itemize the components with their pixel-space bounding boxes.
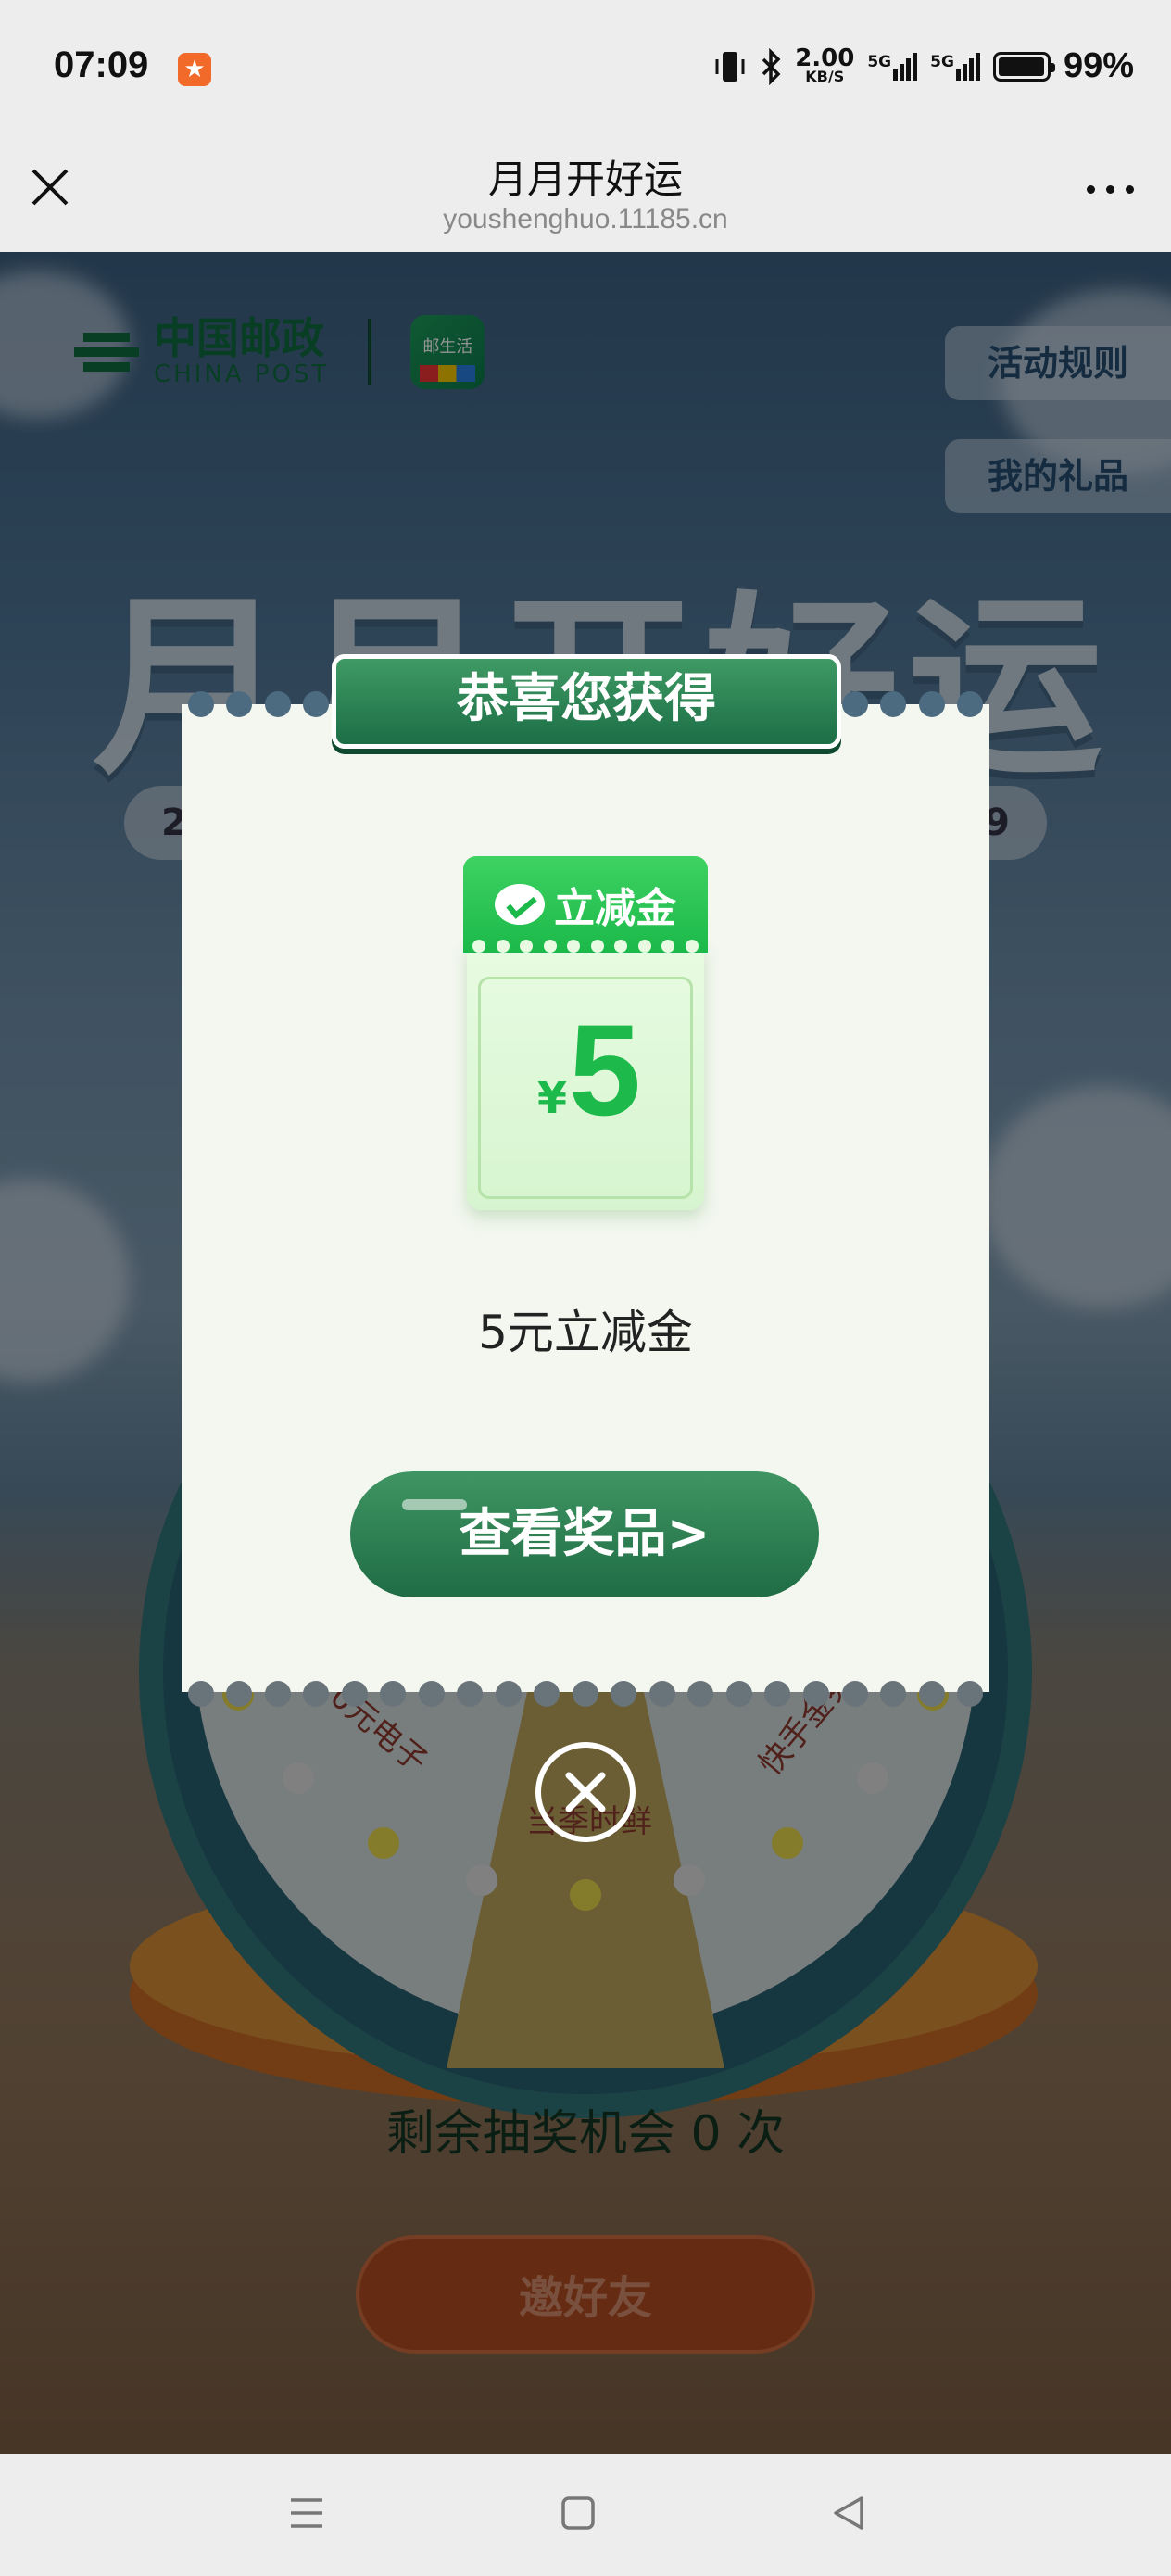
- signal-2-icon: 5G: [930, 52, 980, 81]
- prize-name: 5元立减金: [478, 1306, 693, 1359]
- bluetooth-icon: [762, 47, 781, 85]
- signal-1-label: 5G: [867, 52, 892, 71]
- home-icon[interactable]: [560, 2494, 597, 2532]
- battery-fill: [998, 57, 1045, 76]
- view-prize-label: 查看奖品>: [459, 1504, 711, 1564]
- back-icon[interactable]: [830, 2494, 867, 2532]
- coupon-header: 立减金: [463, 856, 708, 953]
- coupon-amount: 5: [569, 997, 641, 1143]
- coupon-card: 立减金 ¥ 5: [463, 856, 708, 1210]
- modal-scallop-bottom: [182, 1681, 989, 1707]
- battery-icon: [992, 51, 1055, 82]
- coupon-header-label: 立减金: [554, 885, 676, 932]
- wechat-check-icon: [495, 884, 545, 925]
- more-options-icon[interactable]: [1087, 185, 1134, 194]
- page-title: 月月开好运: [487, 157, 683, 202]
- battery-percent: 99%: [1063, 46, 1134, 85]
- browser-nav-bar: 月月开好运 youshenghuo.11185.cn: [0, 139, 1171, 252]
- system-navigation-bar: [0, 2454, 1171, 2576]
- status-bar: 07:09 ★ 2.00 KB/S 5G 5G 99%: [0, 0, 1171, 139]
- status-time: 07:09: [54, 44, 149, 85]
- congrats-banner: 恭喜您获得: [332, 654, 841, 749]
- coupon-scallop: [472, 940, 699, 953]
- menu-icon[interactable]: [287, 2494, 326, 2532]
- view-prize-button[interactable]: 查看奖品>: [350, 1471, 819, 1597]
- app-notification-icon: ★: [178, 53, 211, 86]
- close-modal-icon[interactable]: [535, 1742, 636, 1842]
- page-url: youshenghuo.11185.cn: [443, 204, 728, 234]
- button-shine: [402, 1499, 467, 1510]
- network-speed-value: 2.00: [795, 44, 855, 72]
- coupon-currency: ¥: [537, 1073, 568, 1123]
- network-speed: 2.00 KB/S: [795, 44, 855, 85]
- signal-1-icon: 5G: [867, 52, 918, 81]
- network-speed-unit: KB/S: [805, 68, 845, 85]
- status-icons: 2.00 KB/S 5G 5G 99%: [713, 46, 1134, 86]
- signal-2-label: 5G: [930, 52, 954, 71]
- vibrate-icon: [715, 51, 745, 82]
